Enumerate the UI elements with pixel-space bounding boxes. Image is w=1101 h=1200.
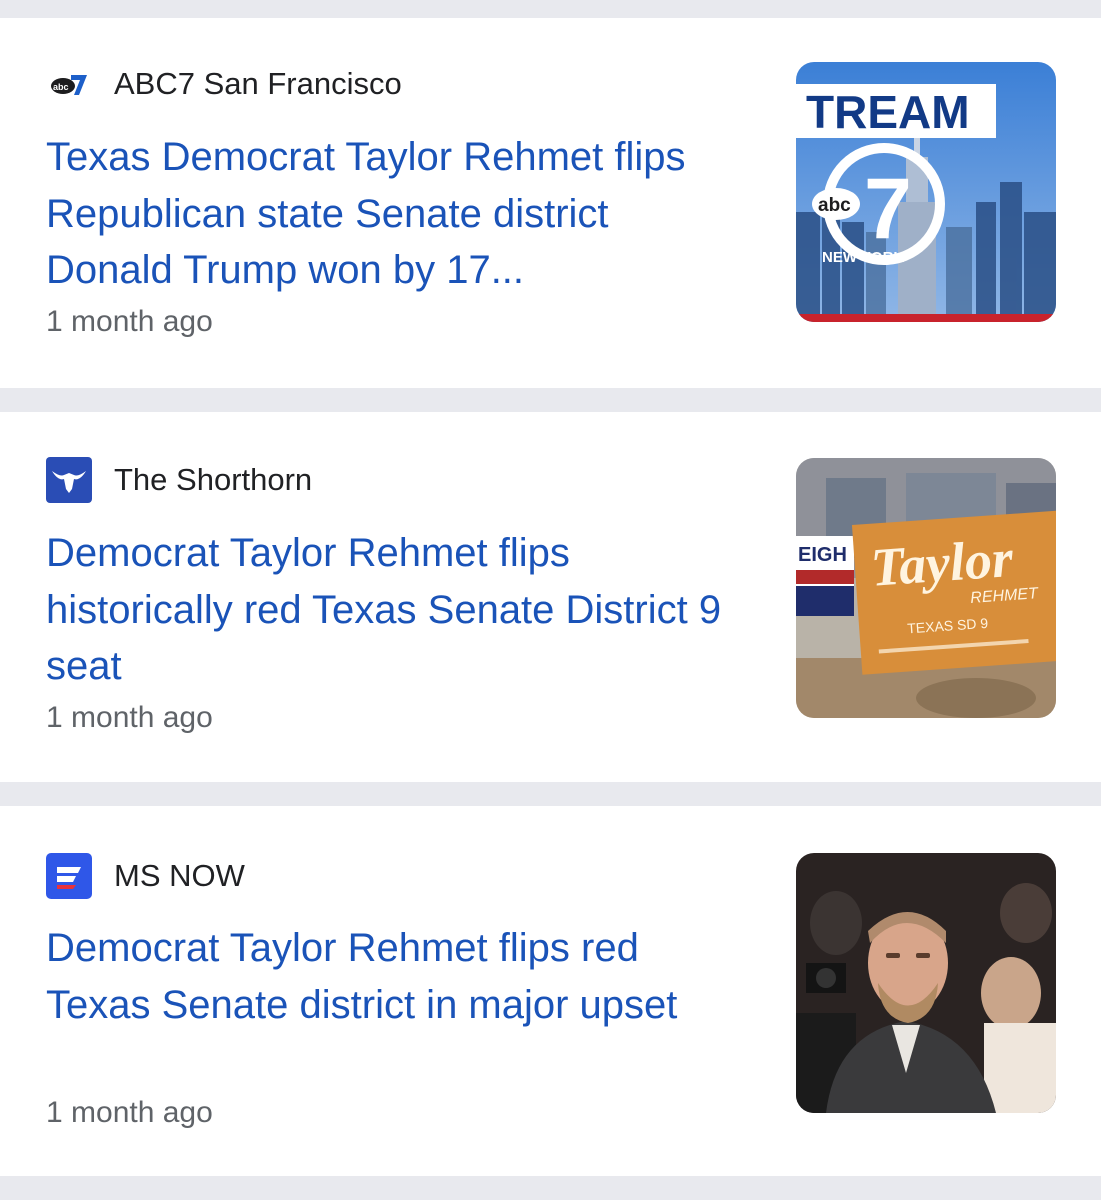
news-card-msnow[interactable]: MS NOW Democrat Taylor Rehmet flips red … <box>0 806 1101 1176</box>
abc7-thumbnail-graphic: TREAM abc 7 NEW YORK <box>796 62 1056 322</box>
left-sign-text: EIGH <box>798 544 847 566</box>
article-thumbnail[interactable]: TREAM abc 7 NEW YORK <box>796 62 1056 322</box>
sign-name-text: Taylor <box>869 528 1016 598</box>
longhorn-logo-icon <box>46 457 92 503</box>
source-name: ABC7 San Francisco <box>114 66 402 101</box>
source-row[interactable]: MS NOW <box>46 853 245 899</box>
article-thumbnail[interactable]: EIGH Taylor REHMET TEXAS SD 9 <box>796 458 1056 718</box>
article-timestamp: 1 month ago <box>46 1096 213 1129</box>
source-name: The Shorthorn <box>114 462 313 497</box>
thumbnail-banner-text: TREAM <box>806 86 970 138</box>
yard-sign-photo: EIGH Taylor REHMET TEXAS SD 9 <box>796 458 1056 718</box>
source-row[interactable]: The Shorthorn <box>46 457 313 503</box>
source-row[interactable]: abc ABC7 San Francisco <box>46 62 402 106</box>
thumbnail-logo-text: abc <box>818 195 851 216</box>
article-headline[interactable]: Texas Democrat Taylor Rehmet flips Repub… <box>46 129 746 299</box>
thumbnail-caption: NEW YORK <box>822 249 904 266</box>
news-card-shorthorn[interactable]: The Shorthorn Democrat Taylor Rehmet fli… <box>0 412 1101 782</box>
news-feed: abc ABC7 San Francisco Texas Democrat Ta… <box>0 0 1101 1200</box>
article-timestamp: 1 month ago <box>46 701 213 734</box>
svg-text:abc: abc <box>53 82 69 92</box>
crowd-portrait-photo <box>796 853 1056 1113</box>
thumbnail-logo-number: 7 <box>864 161 912 257</box>
article-timestamp: 1 month ago <box>46 305 213 338</box>
abc7-logo-icon: abc <box>46 61 92 107</box>
news-card-abc7[interactable]: abc ABC7 San Francisco Texas Democrat Ta… <box>0 18 1101 388</box>
article-headline[interactable]: Democrat Taylor Rehmet flips red Texas S… <box>46 920 746 1033</box>
source-name: MS NOW <box>114 858 245 893</box>
article-thumbnail[interactable] <box>796 853 1056 1113</box>
ms-now-logo-icon <box>46 853 92 899</box>
article-headline[interactable]: Democrat Taylor Rehmet flips historicall… <box>46 525 746 695</box>
